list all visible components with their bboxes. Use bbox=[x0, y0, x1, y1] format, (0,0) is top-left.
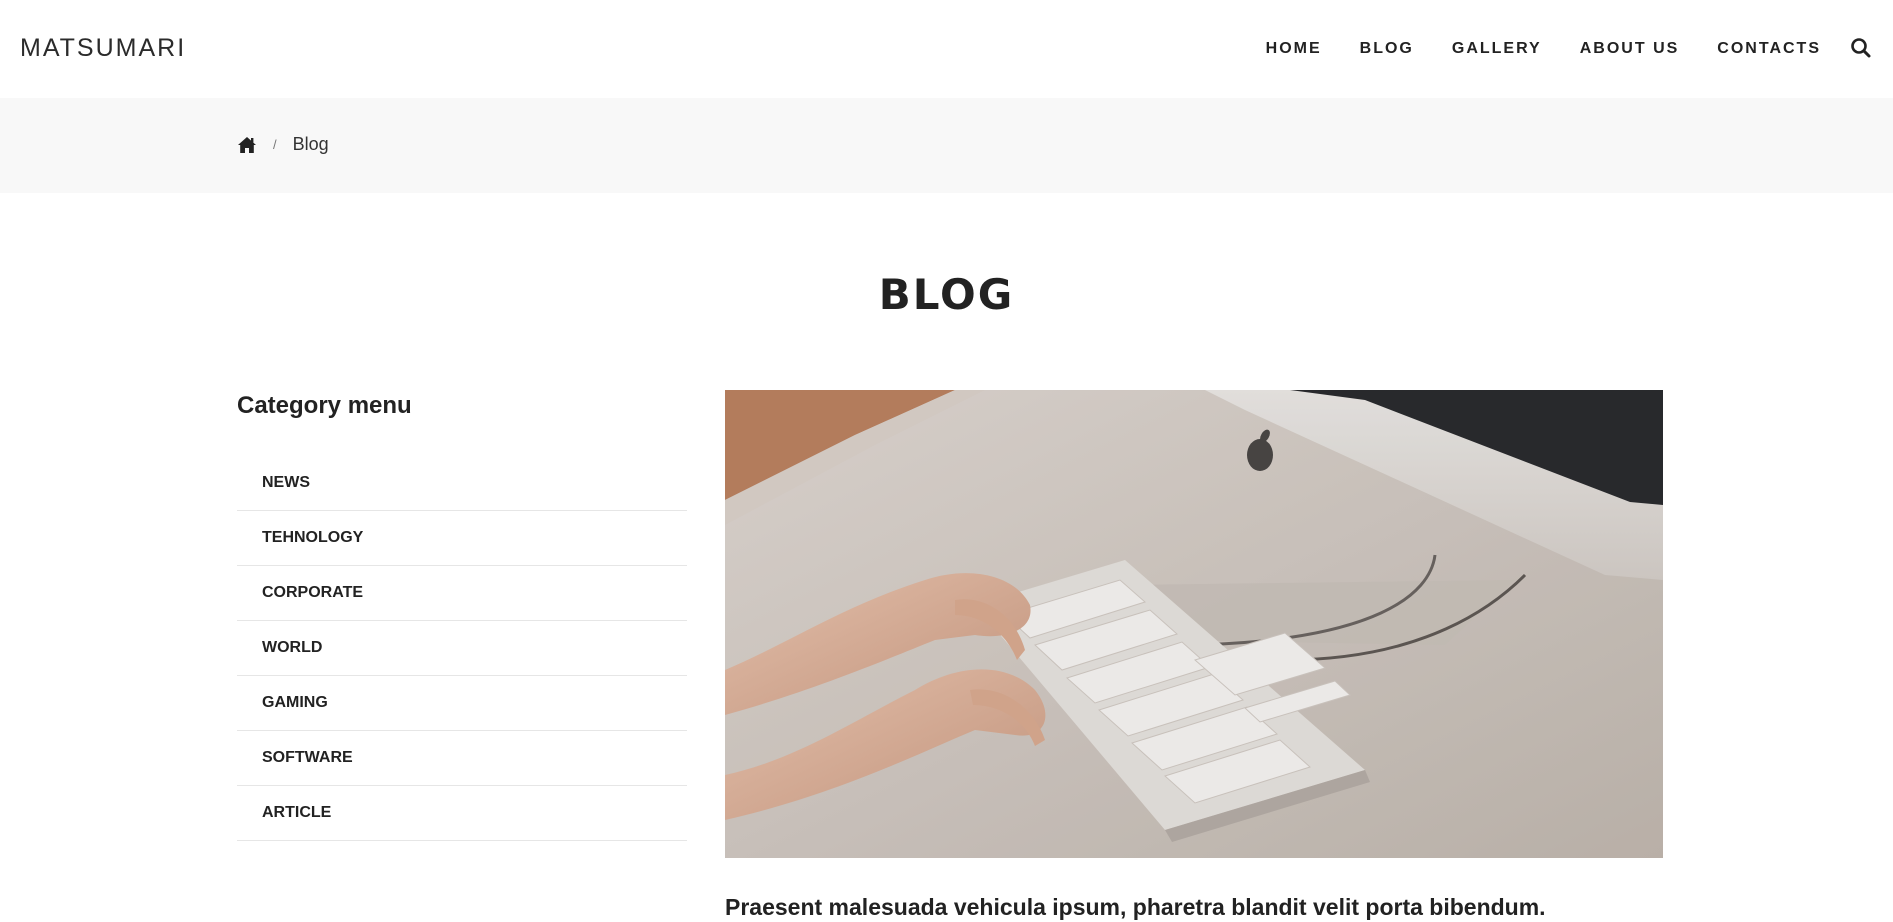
category-item: ARTICLE bbox=[237, 786, 687, 841]
breadcrumb-band: / Blog bbox=[0, 98, 1893, 193]
category-link-software[interactable]: SOFTWARE bbox=[237, 749, 353, 767]
category-link-world[interactable]: WORLD bbox=[237, 639, 322, 657]
nav-item-home[interactable]: HOME bbox=[1266, 40, 1322, 58]
category-link-corporate[interactable]: CORPORATE bbox=[237, 584, 363, 602]
nav-item-about-us[interactable]: ABOUT US bbox=[1580, 40, 1680, 58]
category-link-article[interactable]: ARTICLE bbox=[237, 804, 331, 822]
category-item: GAMING bbox=[237, 676, 687, 731]
nav-item-gallery[interactable]: GALLERY bbox=[1452, 40, 1542, 58]
post-image[interactable] bbox=[725, 390, 1663, 858]
category-sidebar: Category menu NEWS TEHNOLOGY CORPORATE W… bbox=[237, 392, 687, 841]
category-link-news[interactable]: NEWS bbox=[237, 474, 310, 492]
category-item: TEHNOLOGY bbox=[237, 511, 687, 566]
category-link-tehnology[interactable]: TEHNOLOGY bbox=[237, 529, 363, 547]
nav-item-blog[interactable]: BLOG bbox=[1360, 40, 1414, 58]
main-nav: HOME BLOG GALLERY ABOUT US CONTACTS bbox=[1266, 0, 1821, 98]
site-header: MATSUMARI HOME BLOG GALLERY ABOUT US CON… bbox=[0, 0, 1893, 98]
breadcrumb: / Blog bbox=[237, 134, 329, 155]
nav-item-contacts[interactable]: CONTACTS bbox=[1717, 40, 1821, 58]
category-item: CORPORATE bbox=[237, 566, 687, 621]
page-title: BLOG bbox=[878, 270, 1015, 319]
post-title[interactable]: Praesent malesuada vehicula ipsum, phare… bbox=[725, 894, 1663, 921]
category-list: NEWS TEHNOLOGY CORPORATE WORLD GAMING SO… bbox=[237, 456, 687, 841]
search-icon[interactable] bbox=[1849, 36, 1873, 60]
hands-typing-on-keyboard-photo bbox=[725, 390, 1663, 858]
sidebar-title: Category menu bbox=[237, 392, 412, 419]
category-item: NEWS bbox=[237, 456, 687, 511]
category-item: WORLD bbox=[237, 621, 687, 676]
breadcrumb-separator: / bbox=[273, 137, 277, 152]
home-icon[interactable] bbox=[237, 136, 257, 154]
blog-post: Praesent malesuada vehicula ipsum, phare… bbox=[725, 390, 1663, 921]
site-logo[interactable]: MATSUMARI bbox=[20, 34, 186, 63]
category-link-gaming[interactable]: GAMING bbox=[237, 694, 328, 712]
category-item: SOFTWARE bbox=[237, 731, 687, 786]
breadcrumb-current: Blog bbox=[292, 134, 329, 154]
